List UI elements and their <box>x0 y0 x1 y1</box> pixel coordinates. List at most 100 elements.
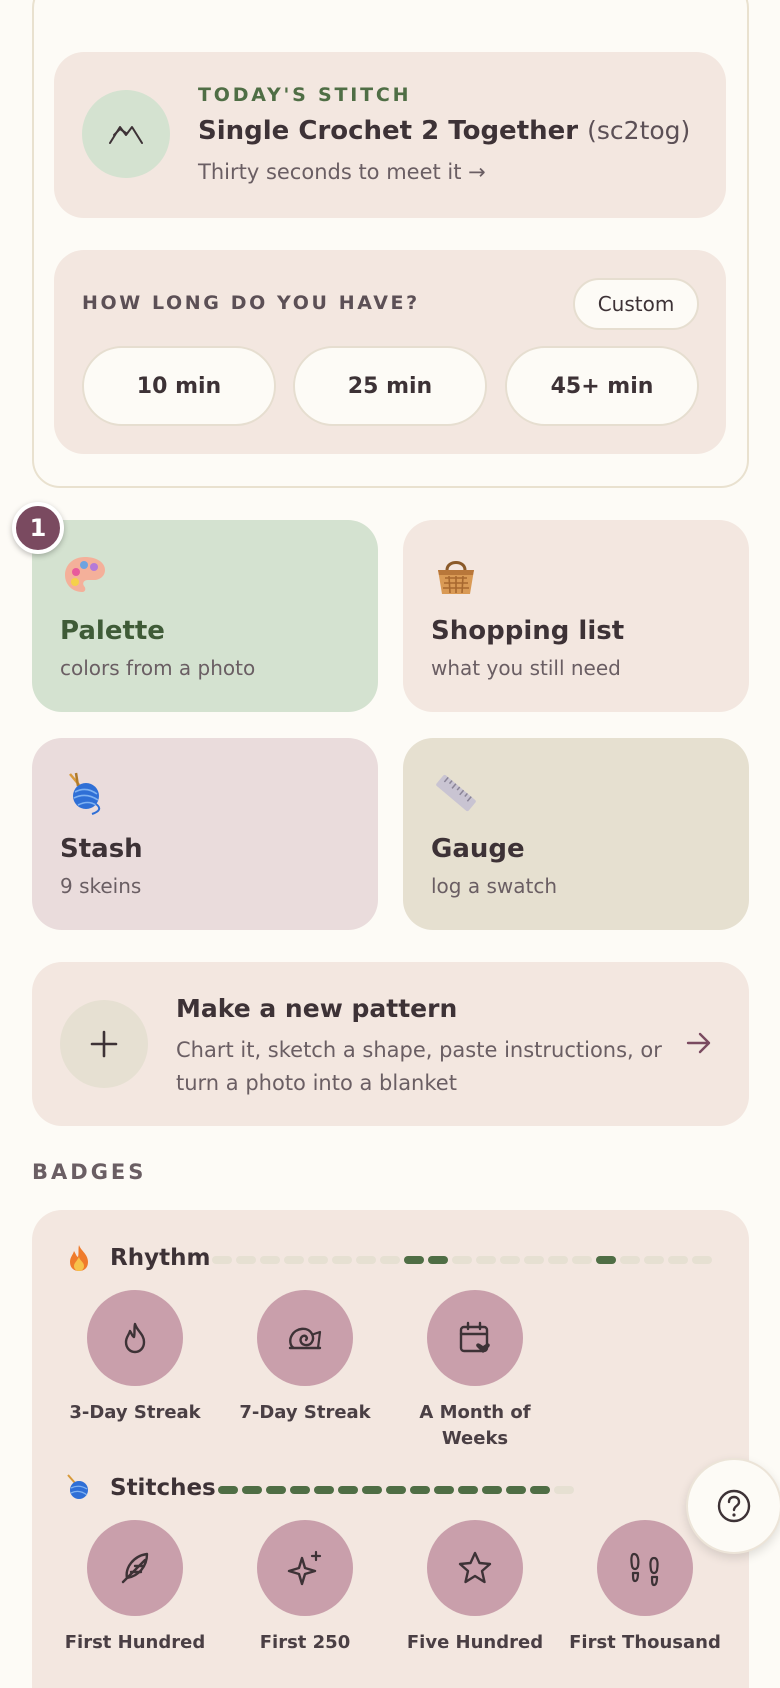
progress-dash <box>314 1486 334 1494</box>
progress-dash <box>290 1486 310 1494</box>
tile-palette[interactable]: Palette colors from a photo <box>32 520 378 712</box>
progress-dash <box>554 1486 574 1494</box>
progress-dash <box>506 1486 526 1494</box>
fire-icon <box>70 1245 88 1271</box>
progress-dash <box>452 1256 472 1264</box>
progress-dash <box>284 1256 304 1264</box>
progress-dash <box>500 1256 520 1264</box>
progress-dash <box>620 1256 640 1264</box>
rhythm-progress <box>212 1256 712 1266</box>
todays-stitch-card[interactable]: TODAY'S STITCH Single Crochet 2 Together… <box>54 52 726 218</box>
new-pattern-title: Make a new pattern <box>176 994 458 1023</box>
ruler-icon <box>436 774 476 812</box>
new-pattern-card[interactable]: Make a new pattern Chart it, sketch a sh… <box>32 962 749 1126</box>
star-icon <box>427 1520 523 1616</box>
time-picker-card: HOW LONG DO YOU HAVE? Custom 10 min 25 m… <box>54 250 726 454</box>
time-option-10[interactable]: 10 min <box>82 346 276 426</box>
badge-five-hundred[interactable]: Five Hundred <box>395 1520 555 1656</box>
progress-dash <box>236 1256 256 1264</box>
tile-title: Stash <box>60 834 143 864</box>
badge-3-day-streak[interactable]: 3-Day Streak <box>55 1290 215 1426</box>
progress-dash <box>524 1256 544 1264</box>
tile-stash[interactable]: Stash 9 skeins <box>32 738 378 930</box>
progress-dash <box>428 1256 448 1264</box>
tile-subtitle: log a swatch <box>431 874 558 898</box>
progress-dash <box>434 1486 454 1494</box>
yarn-icon <box>69 772 101 815</box>
progress-dash <box>260 1256 280 1264</box>
badge-first-hundred[interactable]: First Hundred <box>55 1520 215 1656</box>
basket-icon <box>438 561 474 594</box>
snail-icon <box>257 1290 353 1386</box>
progress-dash <box>242 1486 262 1494</box>
badge-row-stitches: Stitches <box>64 1472 216 1504</box>
tile-title: Gauge <box>431 834 525 864</box>
progress-dash <box>548 1256 568 1264</box>
stitch-kicker: TODAY'S STITCH <box>198 84 412 106</box>
badge-label: A Month of Weeks <box>419 1402 531 1449</box>
arrow-right-icon <box>686 1032 711 1054</box>
badge-label: First 250 <box>259 1632 351 1653</box>
plus-icon <box>60 1000 148 1088</box>
progress-dash <box>476 1256 496 1264</box>
progress-dash <box>596 1256 616 1264</box>
tile-subtitle: what you still need <box>431 656 621 680</box>
badge-label: First Thousand <box>569 1632 721 1653</box>
progress-dash <box>668 1256 688 1264</box>
tile-subtitle: colors from a photo <box>60 656 256 680</box>
badge-label: First Hundred <box>64 1632 206 1653</box>
help-icon <box>717 1489 751 1523</box>
badge-row-name: Stitches <box>110 1475 216 1501</box>
calendar-heart-icon <box>427 1290 523 1386</box>
badge-row-rhythm: Rhythm <box>64 1242 210 1274</box>
sparkle-icon <box>257 1520 353 1616</box>
tile-title: Shopping list <box>431 616 625 646</box>
stitches-progress <box>218 1486 574 1496</box>
badge-7-day-streak[interactable]: 7-Day Streak <box>225 1290 385 1426</box>
progress-dash <box>380 1256 400 1264</box>
stitch-subtitle-link[interactable]: Thirty seconds to meet it → <box>198 160 486 184</box>
progress-dash <box>356 1256 376 1264</box>
stitch-abbr: (sc2tog) <box>587 116 691 145</box>
progress-dash <box>410 1486 430 1494</box>
stitch-title: Single Crochet 2 Together (sc2tog) <box>198 116 690 146</box>
feather-icon <box>87 1520 183 1616</box>
progress-dash <box>332 1256 352 1264</box>
progress-dash <box>404 1256 424 1264</box>
step-badge: 1 <box>12 502 64 554</box>
help-button[interactable] <box>686 1458 780 1554</box>
progress-dash <box>266 1486 286 1494</box>
badge-label: 3-Day Streak <box>69 1402 201 1423</box>
footprints-icon <box>597 1520 693 1616</box>
progress-dash <box>530 1486 550 1494</box>
progress-dash <box>362 1486 382 1494</box>
tile-shopping-list[interactable]: Shopping list what you still need <box>403 520 749 712</box>
palette-icon <box>65 557 105 592</box>
badge-row-name: Rhythm <box>110 1245 211 1271</box>
progress-dash <box>572 1256 592 1264</box>
progress-dash <box>692 1256 712 1264</box>
progress-dash <box>458 1486 478 1494</box>
time-picker-label: HOW LONG DO YOU HAVE? <box>82 292 420 314</box>
badge-label: Five Hundred <box>406 1632 544 1653</box>
progress-dash <box>308 1256 328 1264</box>
yarn-ball-icon <box>67 1474 88 1499</box>
time-option-25[interactable]: 25 min <box>293 346 487 426</box>
new-pattern-description: Chart it, sketch a shape, paste instruct… <box>176 1038 662 1095</box>
badges-heading: BADGES <box>32 1160 147 1184</box>
badges-card: Rhythm 3-Day Streak 7-Day Streak A Month… <box>32 1210 749 1688</box>
stitch-name: Single Crochet 2 Together <box>198 116 579 146</box>
custom-time-button[interactable]: Custom <box>573 278 699 330</box>
badge-a-month-of-weeks[interactable]: A Month of Weeks <box>395 1290 555 1452</box>
time-option-45[interactable]: 45+ min <box>505 346 699 426</box>
progress-dash <box>386 1486 406 1494</box>
stitch-icon <box>82 90 170 178</box>
badge-first-250[interactable]: First 250 <box>225 1520 385 1656</box>
progress-dash <box>212 1256 232 1264</box>
tile-gauge[interactable]: Gauge log a swatch <box>403 738 749 930</box>
tile-subtitle: 9 skeins <box>60 874 142 898</box>
tile-title: Palette <box>60 616 165 646</box>
progress-dash <box>644 1256 664 1264</box>
progress-dash <box>338 1486 358 1494</box>
flame-icon <box>87 1290 183 1386</box>
